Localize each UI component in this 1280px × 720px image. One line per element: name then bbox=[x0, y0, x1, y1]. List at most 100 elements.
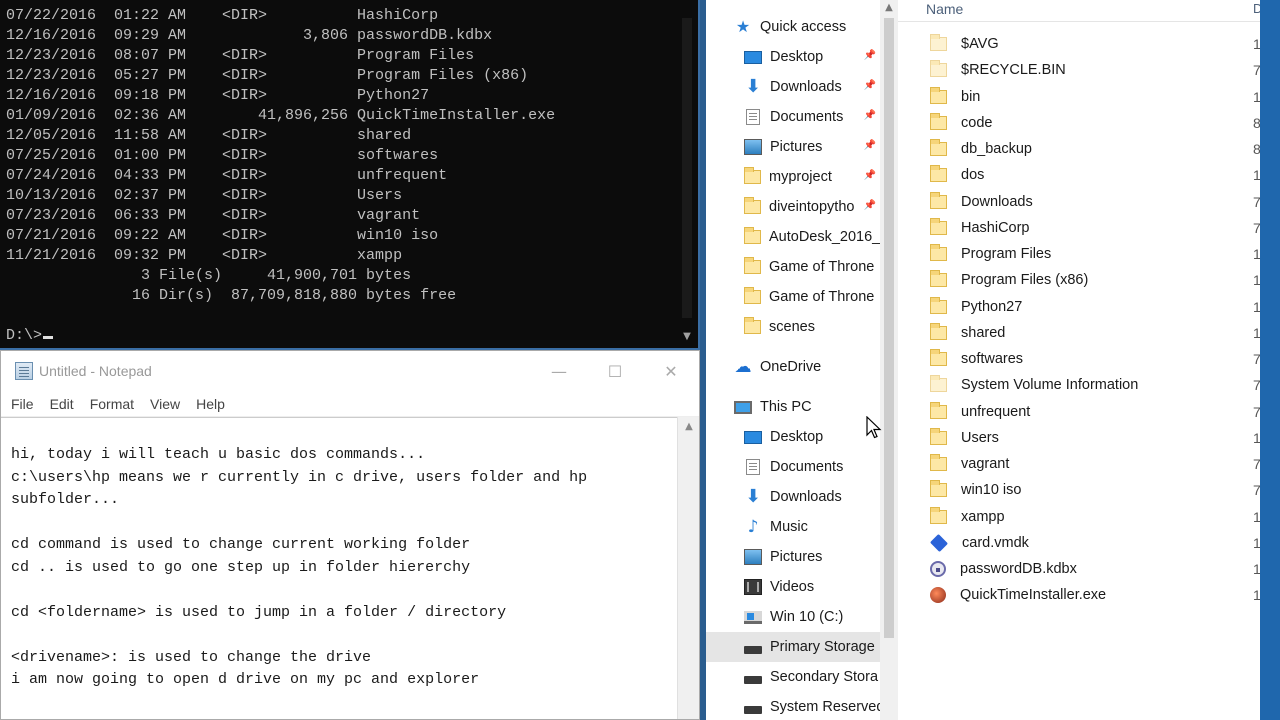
nav-item-quick-access[interactable]: ★ Quick access bbox=[706, 12, 880, 42]
file-row[interactable]: db_backup 8 bbox=[898, 136, 1261, 162]
folder-icon bbox=[744, 197, 761, 214]
command-prompt-window[interactable]: 07/22/2016 01:22 AM <DIR> HashiCorp 12/16… bbox=[0, 0, 700, 350]
nav-item-autodesk-2016[interactable]: AutoDesk_2016_ bbox=[706, 222, 880, 252]
file-row[interactable]: Downloads 7 bbox=[898, 189, 1261, 215]
file-name: dos bbox=[961, 167, 985, 184]
nav-item-scenes[interactable]: scenes bbox=[706, 312, 880, 342]
file-row[interactable]: xampp 1 bbox=[898, 504, 1261, 530]
file-row[interactable]: vagrant 7 bbox=[898, 451, 1261, 477]
scroll-up-icon[interactable]: ▲ bbox=[880, 2, 898, 13]
console-scrollbar[interactable]: ▼ bbox=[680, 0, 694, 346]
menu-format[interactable]: Format bbox=[82, 396, 142, 412]
file-row[interactable]: HashiCorp 7 bbox=[898, 215, 1261, 241]
file-row[interactable]: $AVG 1 bbox=[898, 31, 1261, 57]
file-name: passwordDB.kdbx bbox=[960, 561, 1077, 577]
notepad-window[interactable]: Untitled - Notepad — ☐ ✕ File Edit Format V… bbox=[0, 350, 700, 720]
onedrive-icon: ☁ bbox=[734, 357, 752, 377]
file-row[interactable]: shared 1 bbox=[898, 320, 1261, 346]
nav-item-label: diveintopytho bbox=[769, 199, 855, 215]
file-explorer-window[interactable]: ★ Quick access Desktop 📌 ⬇ Downloads 📌 Document… bbox=[706, 0, 1280, 720]
folder-icon bbox=[930, 322, 947, 340]
drive-icon bbox=[744, 676, 762, 684]
file-row[interactable]: Users 1 bbox=[898, 425, 1261, 451]
nav-item-desktop[interactable]: Desktop bbox=[706, 422, 880, 452]
navigation-scrollbar[interactable]: ▲ bbox=[880, 0, 898, 720]
nav-item-documents[interactable]: Documents 📌 bbox=[706, 102, 880, 132]
minimize-icon: — bbox=[551, 361, 567, 381]
file-row[interactable]: Program Files 1 bbox=[898, 241, 1261, 267]
pin-icon[interactable]: 📌 bbox=[864, 140, 876, 151]
menu-edit[interactable]: Edit bbox=[42, 396, 82, 412]
nav-item-label: Documents bbox=[770, 459, 844, 475]
file-row[interactable]: card.vmdk 1 bbox=[898, 530, 1261, 556]
console-line: 10/13/2016 02:37 PM <DIR> Users bbox=[6, 187, 403, 204]
minimize-button[interactable]: — bbox=[531, 351, 587, 391]
nav-item-label: OneDrive bbox=[760, 359, 822, 375]
file-row[interactable]: bin 1 bbox=[898, 84, 1261, 110]
notepad-line: cd command is used to change current wor… bbox=[11, 536, 471, 553]
nav-item-game-of-throne[interactable]: Game of Throne bbox=[706, 282, 880, 312]
nav-item-downloads[interactable]: ⬇ Downloads 📌 bbox=[706, 72, 880, 102]
menu-file[interactable]: File bbox=[3, 396, 42, 412]
file-name: System Volume Information bbox=[961, 377, 1139, 394]
file-row[interactable]: QuickTimeInstaller.exe 1 bbox=[898, 582, 1261, 608]
file-row[interactable]: unfrequent 7 bbox=[898, 399, 1261, 425]
nav-item-myproject[interactable]: myproject 📌 bbox=[706, 162, 880, 192]
console-scroll-thumb[interactable] bbox=[682, 18, 692, 318]
nav-item-music[interactable]: ♪ Music bbox=[706, 512, 880, 542]
file-row[interactable]: System Volume Information 7 bbox=[898, 372, 1261, 398]
scroll-up-icon[interactable]: ▲ bbox=[678, 421, 700, 432]
navigation-scroll-thumb[interactable] bbox=[884, 18, 894, 638]
nav-item-this-pc[interactable]: This PC bbox=[706, 392, 880, 422]
scroll-down-icon[interactable]: ▼ bbox=[680, 330, 694, 344]
nav-item-onedrive[interactable]: ☁ OneDrive bbox=[706, 352, 880, 382]
nav-item-diveintopytho[interactable]: diveintopytho 📌 bbox=[706, 192, 880, 222]
file-row[interactable]: Python27 1 bbox=[898, 294, 1261, 320]
column-name[interactable]: Name bbox=[926, 1, 963, 17]
pin-icon[interactable]: 📌 bbox=[864, 170, 876, 181]
nav-item-downloads[interactable]: ⬇ Downloads bbox=[706, 482, 880, 512]
notepad-text-area[interactable]: hi, today i will teach u basic dos comma… bbox=[1, 417, 677, 719]
nav-item-pictures[interactable]: Pictures 📌 bbox=[706, 132, 880, 162]
star-icon: ★ bbox=[735, 17, 751, 36]
file-row[interactable]: $RECYCLE.BIN 7 bbox=[898, 57, 1261, 83]
nav-item-win-10-c[interactable]: Win 10 (C:) bbox=[706, 602, 880, 632]
file-row[interactable]: softwares 7 bbox=[898, 346, 1261, 372]
pin-icon[interactable]: 📌 bbox=[864, 200, 876, 211]
notepad-scrollbar[interactable]: ▲ bbox=[677, 417, 699, 719]
pin-icon[interactable]: 📌 bbox=[864, 110, 876, 121]
navigation-pane: ★ Quick access Desktop 📌 ⬇ Downloads 📌 Document… bbox=[706, 0, 880, 720]
quicktime-icon bbox=[930, 587, 946, 604]
console-line: 11/21/2016 09:32 PM <DIR> xampp bbox=[6, 247, 403, 264]
nav-item-videos[interactable]: Videos bbox=[706, 572, 880, 602]
vmdk-file-icon bbox=[929, 533, 949, 552]
pin-icon[interactable]: 📌 bbox=[864, 80, 876, 91]
console-output: 07/22/2016 01:22 AM <DIR> HashiCorp 12/16… bbox=[6, 6, 676, 346]
file-row[interactable]: Program Files (x86) 1 bbox=[898, 267, 1261, 293]
file-row[interactable]: passwordDB.kdbx 1 bbox=[898, 556, 1261, 582]
maximize-button[interactable]: ☐ bbox=[587, 351, 643, 391]
file-name: Program Files (x86) bbox=[961, 272, 1089, 289]
notepad-line: hi, today i will teach u basic dos comma… bbox=[11, 446, 426, 463]
menu-view[interactable]: View bbox=[142, 396, 188, 412]
pin-icon[interactable]: 📌 bbox=[864, 50, 876, 61]
nav-item-label: Downloads bbox=[770, 489, 842, 505]
nav-item-secondary-stora[interactable]: Secondary Stora bbox=[706, 662, 880, 692]
videos-icon bbox=[744, 579, 762, 595]
nav-item-primary-storage[interactable]: Primary Storage bbox=[706, 632, 880, 662]
file-row[interactable]: code 8 bbox=[898, 110, 1261, 136]
file-name: HashiCorp bbox=[961, 219, 1030, 236]
file-row[interactable]: dos 1 bbox=[898, 162, 1261, 188]
nav-item-system-reserved[interactable]: System Reserved bbox=[706, 692, 880, 720]
nav-item-desktop[interactable]: Desktop 📌 bbox=[706, 42, 880, 72]
file-name: xampp bbox=[961, 508, 1005, 525]
close-button[interactable]: ✕ bbox=[643, 351, 699, 391]
file-row[interactable]: win10 iso 7 bbox=[898, 477, 1261, 503]
nav-item-pictures[interactable]: Pictures bbox=[706, 542, 880, 572]
nav-item-documents[interactable]: Documents bbox=[706, 452, 880, 482]
file-name: Downloads bbox=[961, 193, 1033, 210]
menu-help[interactable]: Help bbox=[188, 396, 233, 412]
nav-item-game-of-throne[interactable]: Game of Throne bbox=[706, 252, 880, 282]
console-line: 12/23/2016 05:27 PM <DIR> Program Files … bbox=[6, 67, 529, 84]
notepad-title-bar[interactable]: Untitled - Notepad — ☐ ✕ bbox=[1, 351, 699, 391]
